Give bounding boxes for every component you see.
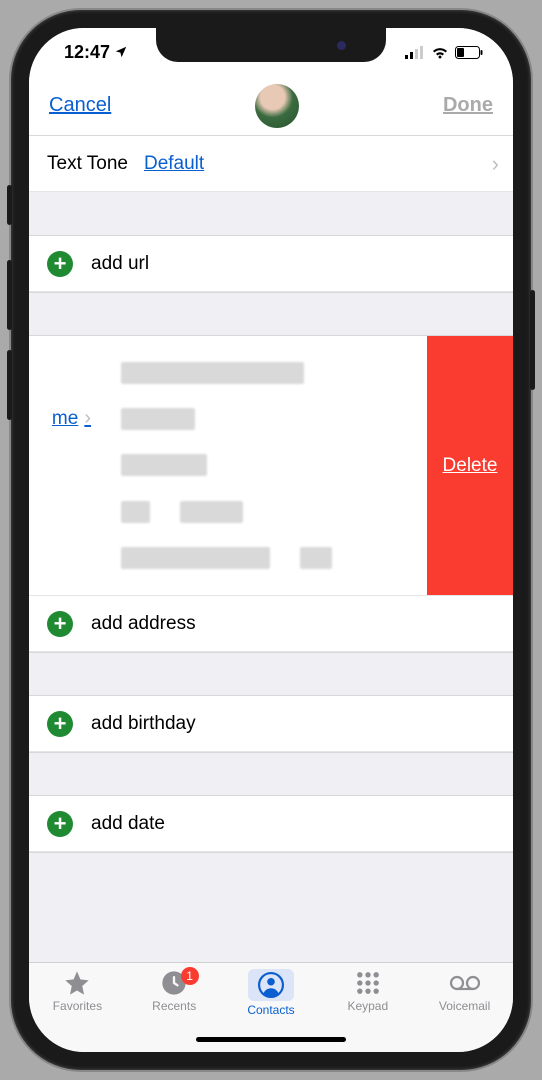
wifi-icon xyxy=(431,46,449,59)
add-date-row[interactable]: + add date xyxy=(29,796,513,852)
volume-down xyxy=(7,350,12,420)
star-icon xyxy=(63,969,91,997)
address-type-button[interactable]: me › xyxy=(29,336,91,595)
add-birthday-label: add birthday xyxy=(91,713,196,735)
section-gap xyxy=(29,192,513,236)
chevron-right-icon: › xyxy=(84,407,91,430)
clock-label: 12:47 xyxy=(64,42,110,63)
delete-label: Delete xyxy=(443,455,498,477)
plus-icon: + xyxy=(47,811,73,837)
text-tone-label: Text Tone xyxy=(47,153,128,175)
redacted-line xyxy=(121,501,407,523)
tab-keypad[interactable]: Keypad xyxy=(319,969,416,1032)
screen: 12:47 Cancel Done Text Tone Default › + xyxy=(29,28,513,1052)
power-button xyxy=(530,290,535,390)
nav-bar: Cancel Done xyxy=(29,76,513,136)
tab-label: Contacts xyxy=(247,1003,294,1017)
delete-button[interactable]: Delete xyxy=(427,336,513,595)
battery-icon xyxy=(455,46,483,59)
done-button[interactable]: Done xyxy=(443,94,493,117)
tab-contacts[interactable]: Contacts xyxy=(223,969,320,1032)
add-date-label: add date xyxy=(91,813,165,835)
address-swipe-row[interactable]: me › Delete xyxy=(29,336,513,596)
home-indicator[interactable] xyxy=(196,1037,346,1042)
mute-switch xyxy=(7,185,12,225)
tab-label: Favorites xyxy=(53,999,102,1013)
add-address-label: add address xyxy=(91,613,196,635)
recents-badge: 1 xyxy=(181,967,199,985)
text-tone-row[interactable]: Text Tone Default › xyxy=(29,136,513,192)
status-time: 12:47 xyxy=(64,42,128,63)
tab-favorites[interactable]: Favorites xyxy=(29,969,126,1032)
tab-recents[interactable]: 1 Recents xyxy=(126,969,223,1032)
add-url-label: add url xyxy=(91,253,149,275)
add-url-row[interactable]: + add url xyxy=(29,236,513,292)
camera-dot xyxy=(337,41,346,50)
plus-icon: + xyxy=(47,611,73,637)
add-birthday-row[interactable]: + add birthday xyxy=(29,696,513,752)
tab-label: Recents xyxy=(152,999,196,1013)
add-address-row[interactable]: + add address xyxy=(29,596,513,652)
tab-label: Keypad xyxy=(347,999,388,1013)
keypad-icon xyxy=(354,969,382,997)
redacted-line xyxy=(121,454,207,476)
redacted-line xyxy=(121,408,195,430)
tab-label: Voicemail xyxy=(439,999,490,1013)
redacted-address xyxy=(91,336,427,595)
section-gap xyxy=(29,752,513,796)
cancel-button[interactable]: Cancel xyxy=(49,94,111,117)
avatar[interactable] xyxy=(255,84,299,128)
voicemail-icon xyxy=(449,969,481,997)
plus-icon: + xyxy=(47,251,73,277)
location-icon xyxy=(114,45,128,59)
phone-frame: 12:47 Cancel Done Text Tone Default › + xyxy=(11,10,531,1070)
content-scroll[interactable]: Text Tone Default › + add url me › xyxy=(29,136,513,962)
section-gap xyxy=(29,292,513,336)
chevron-right-icon: › xyxy=(492,151,499,177)
section-gap xyxy=(29,652,513,696)
redacted-line xyxy=(121,547,407,569)
contact-icon xyxy=(258,972,284,998)
section-gap xyxy=(29,852,513,962)
text-tone-value: Default xyxy=(144,153,204,175)
plus-icon: + xyxy=(47,711,73,737)
notch xyxy=(156,28,386,62)
volume-up xyxy=(7,260,12,330)
address-type-partial: me xyxy=(52,408,78,430)
cellular-icon xyxy=(405,46,425,59)
tab-voicemail[interactable]: Voicemail xyxy=(416,969,513,1032)
redacted-line xyxy=(121,362,304,384)
